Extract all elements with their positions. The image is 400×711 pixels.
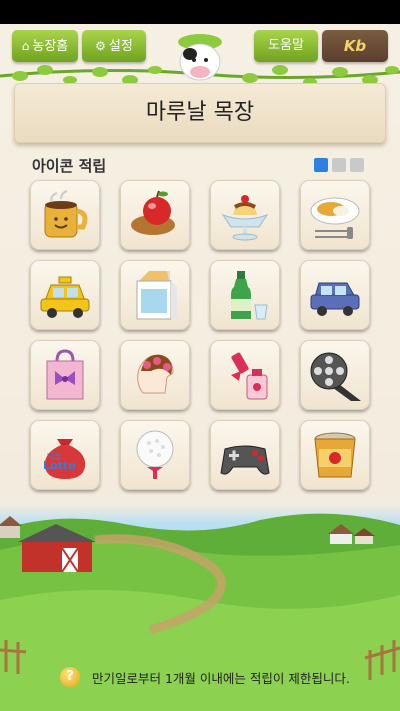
page-dot-3[interactable] [350,158,364,172]
apple-bread-icon [131,190,175,235]
coffee-mug-icon [44,190,88,238]
lotto-text-bottom: Lotto [43,459,76,472]
help-button[interactable]: 도움말 [254,30,318,62]
suv-car-icon [310,282,360,316]
golf-ball-icon [136,430,174,479]
home-icon: ⌂ [21,39,30,53]
icon-tile[interactable] [120,260,190,330]
icon-tile[interactable] [30,260,100,330]
icon-tile[interactable] [210,340,280,410]
nail-polish-icon [231,352,268,400]
page-dot-2[interactable] [332,158,346,172]
milk-carton-icon [136,271,177,320]
settings-label: 설정 [108,39,133,54]
icon-tile[interactable] [300,180,370,250]
notice-text: 만기일로부터 1개월 이내에는 적립이 제한됩니다. [92,671,350,686]
icon-tile[interactable] [120,420,190,490]
brand-logo: Kb [343,37,367,55]
farm-title: 마루날 목장 [145,100,255,125]
hair-salon-icon [137,354,174,394]
lotto-pouch-icon: 나눔 Lotto [43,439,86,479]
icon-tile[interactable] [120,340,190,410]
gear-icon: ⚙ [95,39,106,53]
icon-tile[interactable] [300,260,370,330]
help-label: 도움말 [268,38,304,53]
icon-tile[interactable] [120,180,190,250]
brand-button[interactable]: Kb [322,30,388,62]
section-title: 아이콘 적립 [32,157,107,175]
farm-home-button[interactable]: ⌂ 농장홈 [12,30,78,62]
icon-tile[interactable] [300,420,370,490]
icon-tile[interactable] [210,260,280,330]
icon-tile[interactable]: 나눔 Lotto [30,420,100,490]
farm-home-label: 농장홈 [32,39,69,54]
icon-tile[interactable] [210,420,280,490]
settings-button[interactable]: ⚙ 설정 [82,30,146,62]
soju-bottle-icon [231,271,268,320]
question-icon[interactable]: ? [60,667,80,687]
icon-tile[interactable] [30,180,100,250]
game-controller-icon [220,445,270,475]
icon-tile[interactable] [30,340,100,410]
icon-tile[interactable] [210,180,280,250]
pudding-dessert-icon [221,195,269,241]
taxi-icon [40,276,90,318]
film-reel-icon [310,352,361,401]
meal-plate-icon [310,197,360,239]
icon-tile[interactable] [300,340,370,410]
cup-noodle-icon [314,432,356,478]
page-dot-1[interactable] [314,158,328,172]
status-bar [0,0,400,24]
title-board: 마루날 목장 [14,83,386,143]
cow-mascot-icon [178,34,222,81]
gift-bag-icon [46,349,84,400]
